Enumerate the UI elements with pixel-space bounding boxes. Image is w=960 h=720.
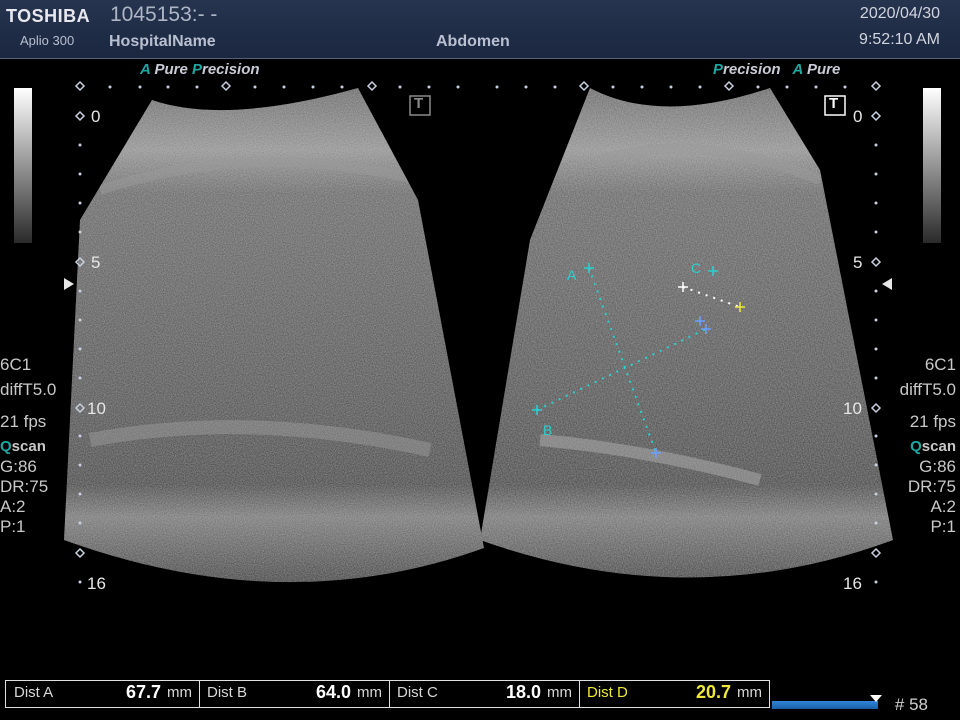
- right-grayscale-bar: [923, 88, 941, 243]
- logo-text: recision: [723, 61, 781, 78]
- right-fps: 21 fps: [909, 412, 956, 431]
- left-grayscale-bar: [14, 88, 32, 243]
- right-focus-marker-icon[interactable]: [882, 278, 892, 290]
- measurement-label: Dist D: [587, 684, 628, 701]
- logo-text: Pure: [154, 61, 188, 78]
- right-filter: diffT5.0: [899, 380, 956, 399]
- left-qscan: Qscan: [0, 438, 46, 455]
- right-transducer: 6C1: [924, 355, 956, 374]
- measurement-dist-a: Dist A 67.7 mm: [6, 681, 199, 707]
- depth-label-right-10: 10: [843, 399, 862, 418]
- left-orientation-label: T: [414, 95, 424, 112]
- measurement-value: 64.0: [316, 682, 352, 702]
- logo-accent: A: [792, 61, 803, 78]
- ultrasound-image-area: [64, 80, 893, 584]
- left-filter: diffT5.0: [0, 380, 57, 399]
- left-gain: G:86: [0, 457, 37, 476]
- logo-accent: A: [140, 61, 151, 78]
- caliper-label-c: C: [691, 260, 702, 276]
- measurement-label: Dist A: [14, 684, 54, 701]
- measurement-value: 20.7: [696, 682, 732, 702]
- logo-text: recision: [202, 61, 260, 78]
- logo-accent: P: [713, 61, 724, 78]
- left-focus-marker-icon[interactable]: [64, 278, 74, 290]
- right-dynamic-range: DR:75: [907, 477, 956, 496]
- cine-progress-bar[interactable]: [772, 701, 878, 709]
- measurement-value: 67.7: [126, 682, 162, 702]
- caliper-label-b: B: [543, 422, 553, 438]
- right-sector-image: [480, 88, 893, 578]
- left-fps: 21 fps: [0, 412, 47, 431]
- frame-count: # 58: [894, 695, 928, 714]
- measurement-label: Dist B: [207, 684, 248, 701]
- left-dynamic-range: DR:75: [0, 477, 49, 496]
- left-a-param: A:2: [0, 497, 26, 516]
- right-p-param: P:1: [930, 517, 956, 536]
- caliper-label-a: A: [567, 267, 577, 283]
- qscan-text: scan: [921, 438, 956, 455]
- cine-position-marker-icon[interactable]: [870, 695, 882, 703]
- measurement-unit: mm: [737, 684, 762, 701]
- top-scale-dots: [108, 85, 847, 89]
- measurement-dist-c: Dist C 18.0 mm: [389, 681, 579, 707]
- measurement-unit: mm: [357, 684, 382, 701]
- measurement-label: Dist C: [397, 684, 438, 701]
- qscan-q: Q: [910, 438, 922, 455]
- right-precision-logo: Precision A Pure: [713, 61, 840, 78]
- depth-label-left-10: 10: [87, 399, 106, 418]
- right-qscan: Qscan: [910, 438, 956, 455]
- measurement-unit: mm: [547, 684, 572, 701]
- right-a-param: A:2: [930, 497, 956, 516]
- measurement-unit: mm: [167, 684, 192, 701]
- logo-accent: P: [191, 61, 202, 78]
- measurement-results: Dist A 67.7 mm Dist B 64.0 mm Dist C 18.…: [5, 680, 770, 708]
- qscan-q: Q: [0, 438, 12, 455]
- right-orientation-label: T: [829, 95, 839, 112]
- depth-label-left-16: 16: [87, 574, 106, 593]
- left-transducer: 6C1: [0, 355, 32, 374]
- depth-label-left-5: 5: [91, 253, 101, 272]
- left-sector-image: [64, 88, 484, 583]
- measurement-dist-d: Dist D 20.7 mm: [579, 681, 769, 707]
- left-p-param: P:1: [0, 517, 26, 536]
- left-precision-logo: A Pure Precision: [140, 61, 260, 78]
- depth-label-right-0: 0: [853, 107, 863, 126]
- logo-text: Pure: [806, 61, 841, 78]
- qscan-text: scan: [11, 438, 46, 455]
- depth-label-right-5: 5: [853, 253, 863, 272]
- depth-label-left-0: 0: [91, 107, 101, 126]
- measurement-value: 18.0: [506, 682, 542, 702]
- right-gain: G:86: [919, 457, 956, 476]
- depth-label-right-16: 16: [843, 574, 862, 593]
- measurement-dist-b: Dist B 64.0 mm: [199, 681, 389, 707]
